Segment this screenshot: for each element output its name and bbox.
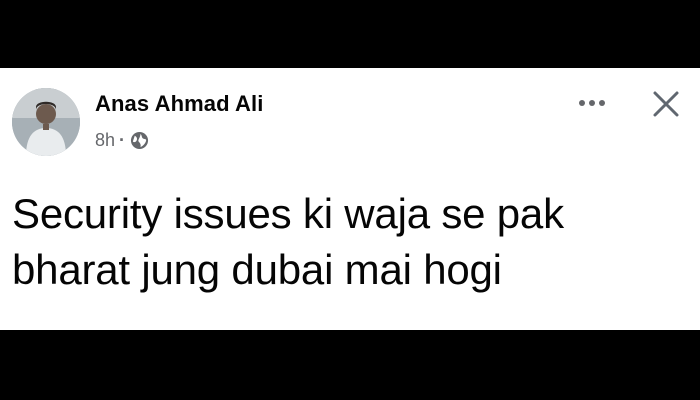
post-meta: 8h · bbox=[95, 128, 149, 152]
close-button[interactable] bbox=[646, 84, 686, 124]
top-black-bar bbox=[0, 0, 700, 68]
close-icon bbox=[653, 91, 679, 117]
avatar-photo bbox=[12, 88, 80, 156]
avatar[interactable] bbox=[12, 88, 80, 156]
post-text: Security issues ki waja se pak bharat ju… bbox=[12, 186, 682, 298]
post-timestamp[interactable]: 8h bbox=[95, 130, 115, 151]
bottom-black-bar bbox=[0, 330, 700, 400]
more-options-icon bbox=[579, 100, 605, 106]
meta-separator: · bbox=[119, 129, 126, 150]
more-options-button[interactable] bbox=[570, 88, 614, 118]
post-text-line-2: bharat jung dubai mai hogi bbox=[12, 246, 502, 293]
post-text-line-1: Security issues ki waja se pak bbox=[12, 190, 564, 237]
globe-icon[interactable] bbox=[130, 131, 149, 150]
post-card: Anas Ahmad Ali 8h · Security issues ki w… bbox=[0, 68, 700, 330]
post-author-name[interactable]: Anas Ahmad Ali bbox=[95, 91, 263, 117]
